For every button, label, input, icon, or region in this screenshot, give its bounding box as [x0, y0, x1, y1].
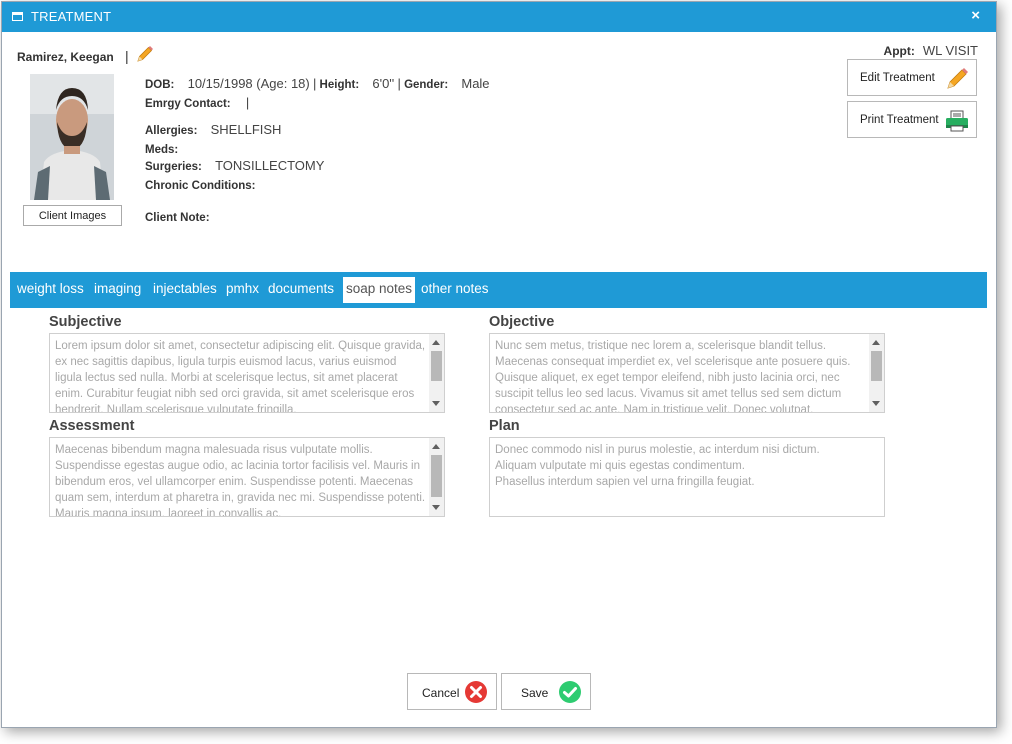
subjective-title: Subjective — [49, 314, 122, 330]
client-photo — [30, 74, 114, 200]
chronic-label: Chronic Conditions: — [145, 180, 256, 192]
plan-line: Aliquam vulputate mi quis egestas condim… — [495, 460, 745, 472]
scroll-up-icon[interactable] — [432, 444, 440, 449]
allergies-label: Allergies: — [145, 125, 198, 137]
emergency-label: Emrgy Contact: — [145, 98, 231, 110]
name-separator: | — [125, 48, 129, 64]
save-button[interactable]: Save — [501, 673, 591, 710]
cancel-x-icon — [465, 681, 487, 703]
objective-textarea[interactable]: Nunc sem metus, tristique nec lorem a, s… — [489, 333, 885, 413]
objective-title: Objective — [489, 314, 555, 330]
client-note-line: Client Note: — [145, 209, 210, 224]
window-icon — [12, 12, 23, 21]
client-note-label: Client Note: — [145, 212, 210, 224]
tab-documents[interactable]: documents — [268, 277, 334, 303]
tab-pmhx[interactable]: pmhx — [226, 277, 259, 303]
scroll-thumb[interactable] — [871, 351, 882, 381]
tab-other-notes[interactable]: other notes — [421, 277, 489, 303]
cancel-button[interactable]: Cancel — [407, 673, 497, 710]
scroll-thumb[interactable] — [431, 455, 442, 497]
appointment-info: Appt: WL VISIT — [884, 43, 978, 58]
print-treatment-button[interactable]: Print Treatment — [847, 101, 977, 138]
scroll-down-icon[interactable] — [432, 505, 440, 510]
allergies-value: SHELLFISH — [210, 122, 282, 137]
plan-textarea[interactable]: Donec commodo nisl in purus molestie, ac… — [489, 437, 885, 517]
scroll-down-icon[interactable] — [872, 401, 880, 406]
printer-icon — [946, 110, 968, 132]
appt-label: Appt: — [883, 44, 915, 58]
edit-client-pencil-icon[interactable] — [135, 44, 155, 64]
gender-label: Gender: — [404, 79, 449, 91]
dob-value: 10/15/1998 (Age: 18) — [187, 76, 310, 91]
tab-imaging[interactable]: imaging — [94, 277, 141, 303]
plan-line: Donec commodo nisl in purus molestie, ac… — [495, 444, 820, 456]
tab-weight-loss[interactable]: weight loss — [17, 277, 84, 303]
dob-label: DOB: — [145, 79, 175, 91]
title-bar: TREATMENT × — [2, 2, 996, 32]
client-name: Ramirez, Keegan — [17, 50, 114, 64]
dob-separator: | — [312, 76, 317, 91]
plan-text: Donec commodo nisl in purus molestie, ac… — [495, 442, 878, 490]
gender-value: Male — [461, 76, 490, 91]
objective-text: Nunc sem metus, tristique nec lorem a, s… — [495, 340, 851, 413]
scroll-up-icon[interactable] — [432, 340, 440, 345]
assessment-textarea[interactable]: Maecenas bibendum magna malesuada risus … — [49, 437, 445, 517]
tab-injectables[interactable]: injectables — [153, 277, 217, 303]
tab-soap-notes[interactable]: soap notes — [343, 277, 416, 303]
subjective-textarea[interactable]: Lorem ipsum dolor sit amet, consectetur … — [49, 333, 445, 413]
close-button[interactable]: × — [971, 7, 980, 24]
tab-bar: weight loss imaging injectables pmhx doc… — [10, 272, 987, 308]
height-label: Height: — [319, 79, 360, 91]
height-separator: | — [397, 76, 401, 91]
plan-title: Plan — [489, 418, 520, 434]
plan-line: Phasellus interdum sapien vel urna fring… — [495, 476, 755, 488]
pencil-icon — [947, 68, 968, 89]
assessment-text: Maecenas bibendum magna malesuada risus … — [55, 444, 426, 517]
dob-line: DOB: 10/15/1998 (Age: 18) | Height: 6'0'… — [145, 76, 490, 91]
scroll-down-icon[interactable] — [432, 401, 440, 406]
surgeries-line: Surgeries: TONSILLECTOMY — [145, 158, 324, 173]
print-treatment-label: Print Treatment — [860, 114, 939, 126]
surgeries-value: TONSILLECTOMY — [215, 158, 325, 173]
assessment-scrollbar[interactable] — [429, 438, 444, 516]
meds-line: Meds: — [145, 141, 178, 156]
objective-scrollbar[interactable] — [869, 334, 884, 412]
treatment-window: TREATMENT × Ramirez, Keegan | Client Ima… — [1, 1, 997, 728]
scroll-thumb[interactable] — [431, 351, 442, 381]
emergency-line: Emrgy Contact: | — [145, 95, 249, 110]
cancel-label: Cancel — [422, 686, 460, 700]
height-value: 6'0'' — [372, 76, 395, 91]
meds-label: Meds: — [145, 144, 179, 156]
edit-treatment-label: Edit Treatment — [860, 72, 935, 84]
subjective-text: Lorem ipsum dolor sit amet, consectetur … — [55, 340, 426, 413]
edit-treatment-button[interactable]: Edit Treatment — [847, 59, 977, 96]
save-label: Save — [521, 686, 549, 700]
save-check-icon — [559, 681, 581, 703]
assessment-title: Assessment — [49, 418, 135, 434]
window-title: TREATMENT — [31, 9, 112, 24]
chronic-line: Chronic Conditions: — [145, 177, 256, 192]
surgeries-label: Surgeries: — [145, 161, 202, 173]
emergency-value: | — [245, 95, 250, 110]
client-images-button[interactable]: Client Images — [23, 205, 122, 226]
allergies-line: Allergies: SHELLFISH — [145, 122, 281, 137]
scroll-up-icon[interactable] — [872, 340, 880, 345]
subjective-scrollbar[interactable] — [429, 334, 444, 412]
appt-value: WL VISIT — [922, 43, 978, 58]
